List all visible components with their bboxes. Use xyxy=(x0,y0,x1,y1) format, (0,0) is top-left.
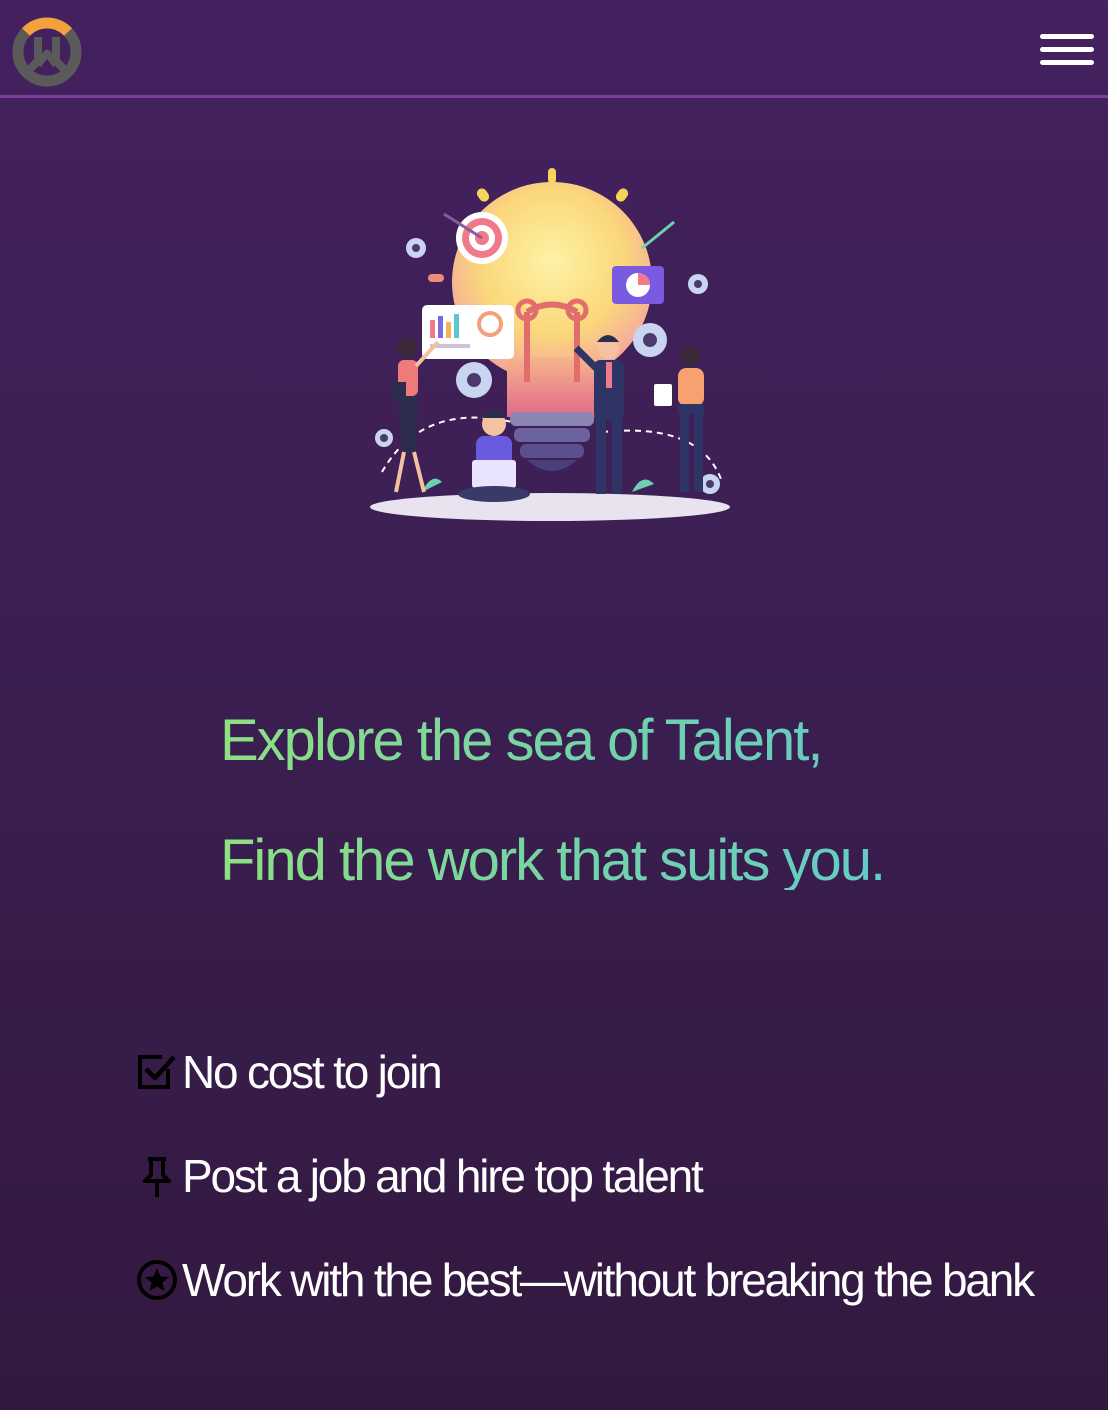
feature-text: No cost to join xyxy=(182,1046,443,1098)
hamburger-bar xyxy=(1040,60,1094,65)
lightbulb-team-illustration xyxy=(370,168,730,521)
hero-headline-line1: Explore the sea of Talent, xyxy=(220,712,1020,770)
feature-item: Work with the best—without breaking the … xyxy=(136,1252,1096,1308)
feature-item: No cost to join xyxy=(136,1044,1096,1100)
hamburger-bar xyxy=(1040,34,1094,39)
hamburger-bar xyxy=(1040,47,1094,52)
hamburger-menu-icon[interactable] xyxy=(1040,34,1094,68)
feature-text: Post a job and hire top talent xyxy=(182,1150,704,1202)
pushpin-icon xyxy=(143,1157,171,1197)
overwatch-logo-icon[interactable] xyxy=(10,15,84,89)
feature-text: Work with the best—without breaking the … xyxy=(182,1254,1035,1306)
feature-item: Post a job and hire top talent xyxy=(136,1148,1096,1204)
top-navbar xyxy=(0,0,1108,98)
checkbox-checked-icon xyxy=(138,1055,176,1089)
hero-headline-line2: Find the work that suits you. xyxy=(220,832,1020,890)
star-circle-icon xyxy=(137,1260,177,1300)
